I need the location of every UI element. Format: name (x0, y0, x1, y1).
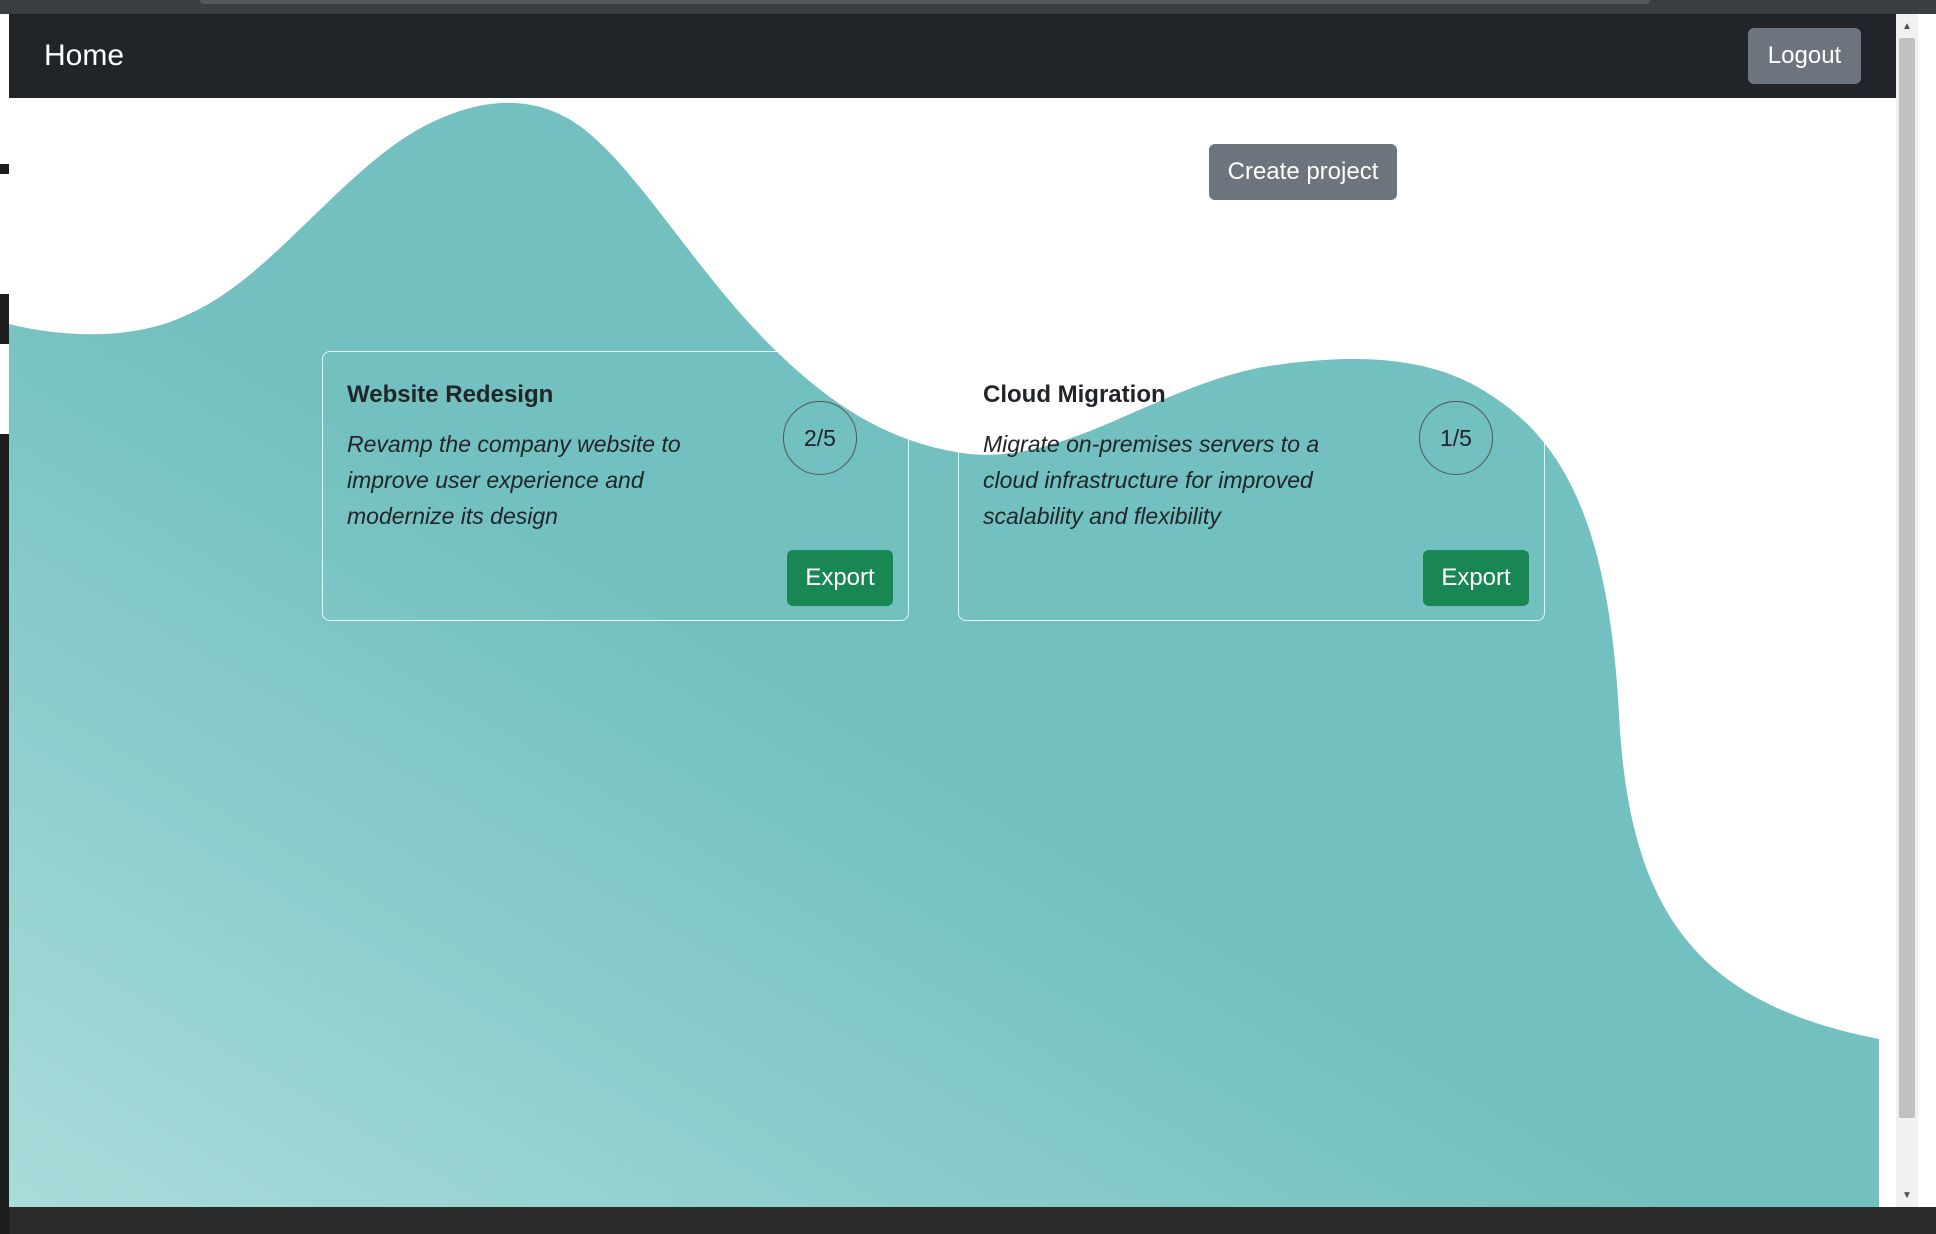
progress-indicator: 1/5 (1419, 401, 1493, 475)
edge-shadow (0, 294, 9, 344)
progress-indicator: 2/5 (783, 401, 857, 475)
top-navbar: Home Logout (9, 14, 1896, 98)
address-bar-edge (200, 0, 1650, 4)
scroll-up-arrow-icon[interactable]: ▲ (1896, 16, 1918, 36)
project-card: Website Redesign Revamp the company webs… (322, 351, 909, 621)
edge-shadow (0, 434, 9, 1234)
project-description: Migrate on-premises servers to a cloud i… (983, 431, 1320, 529)
project-title: Cloud Migration (983, 381, 1166, 408)
project-description: Revamp the company website to improve us… (347, 431, 681, 529)
background-window-edge (0, 14, 9, 1234)
project-card: Cloud Migration Migrate on-premises serv… (958, 351, 1545, 621)
logout-button[interactable]: Logout (1748, 28, 1861, 84)
browser-top-bar (0, 0, 1936, 14)
project-title: Website Redesign (347, 381, 554, 408)
create-project-button[interactable]: Create project (1209, 144, 1397, 200)
vertical-scrollbar[interactable]: ▲ ▼ (1896, 14, 1918, 1207)
browser-viewport: Home Logout Create project Website Redes… (9, 14, 1896, 1207)
background-wave (9, 102, 1879, 1207)
scrollbar-thumb[interactable] (1899, 38, 1915, 1118)
export-button[interactable]: Export (1423, 550, 1529, 606)
wave-shape (9, 102, 1879, 1207)
scroll-down-arrow-icon[interactable]: ▼ (1896, 1185, 1918, 1205)
edge-shadow (0, 164, 9, 174)
export-button[interactable]: Export (787, 550, 893, 606)
navbar-brand-home[interactable]: Home (44, 40, 124, 72)
window-right-edge (1918, 14, 1936, 1207)
